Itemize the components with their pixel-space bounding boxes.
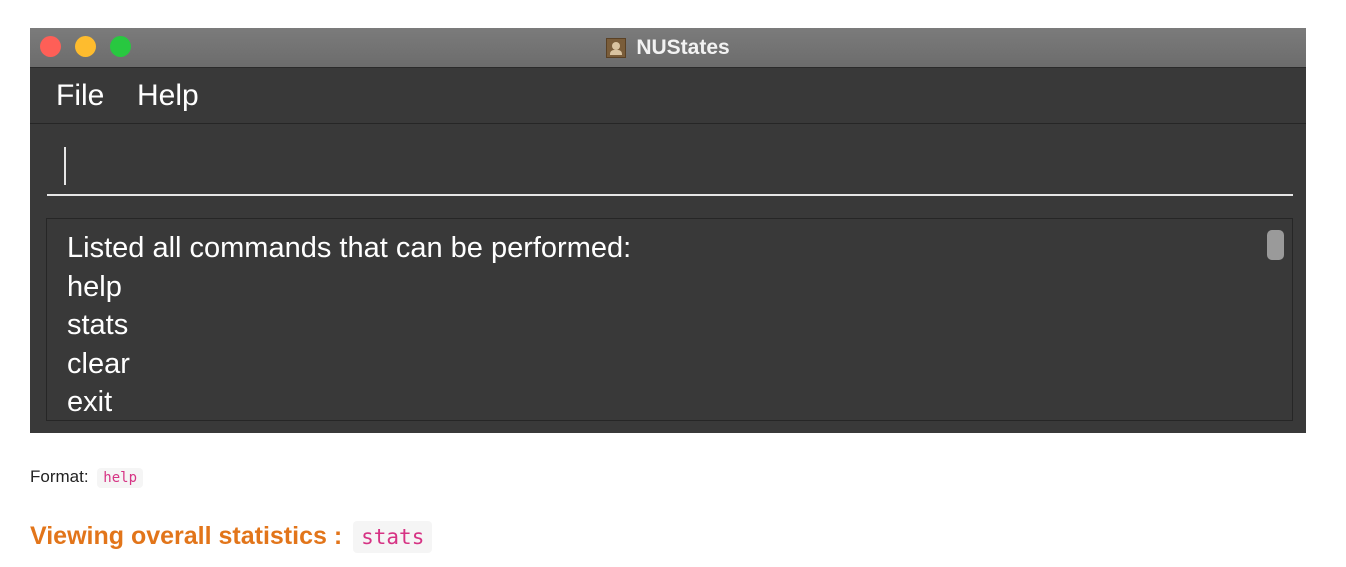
section-heading: Viewing overall statistics : stats: [30, 518, 433, 555]
text-caret: [64, 147, 66, 185]
menu-bar: File Help: [30, 68, 1306, 124]
title-bar[interactable]: NUStates: [30, 28, 1306, 68]
result-line: exit: [67, 386, 113, 418]
format-line: Format: help: [30, 465, 144, 490]
command-input[interactable]: [47, 142, 1293, 196]
result-text: Listed all commands that can be performe…: [67, 229, 632, 420]
scrollbar-thumb[interactable]: [1267, 230, 1284, 260]
section-heading-code: stats: [353, 521, 433, 553]
address-book-icon: [606, 38, 627, 58]
section-heading-text: Viewing overall statistics :: [30, 522, 343, 550]
menu-file[interactable]: File: [56, 78, 104, 114]
result-line: Listed all commands that can be performe…: [67, 232, 632, 264]
title-group: NUStates: [30, 28, 1306, 68]
format-label: Format:: [30, 467, 89, 486]
window-title: NUStates: [636, 36, 730, 59]
menu-help[interactable]: Help: [137, 78, 199, 114]
result-line: stats: [67, 309, 129, 341]
format-code: help: [97, 468, 144, 488]
result-line: help: [67, 270, 122, 303]
result-line: clear: [67, 347, 130, 380]
app-window: NUStates File Help Listed all commands t…: [30, 28, 1306, 433]
result-display[interactable]: Listed all commands that can be performe…: [46, 218, 1293, 421]
command-box-container: [30, 124, 1306, 210]
